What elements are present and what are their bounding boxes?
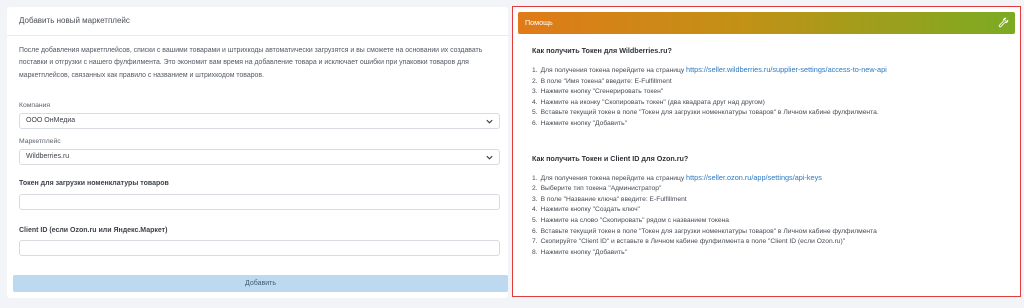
step-text: Нажмите кнопку "Создать ключ" bbox=[540, 206, 640, 214]
help-step: 4. Нажмите на иконку "Скопировать токен" … bbox=[532, 98, 1012, 109]
help-step: 5. Нажмите на слово "Скопировать" рядом с… bbox=[532, 216, 1012, 227]
step-number: 7. bbox=[532, 238, 538, 246]
help-step: 5. Вставьте текущий токен в поле "Токен д… bbox=[532, 108, 1012, 119]
add-button[interactable]: Добавить bbox=[13, 275, 508, 292]
step-number: 8. bbox=[532, 248, 538, 256]
step-text: Нажмите кнопку "Добавить" bbox=[540, 119, 627, 127]
step-text: В поле "Название ключа" введите: E-Fulfi… bbox=[540, 195, 687, 203]
help-header: Помощь bbox=[518, 12, 1015, 34]
step-number: 2. bbox=[532, 185, 538, 193]
form-description: После добавления маркетплейсов, списки с… bbox=[19, 47, 483, 79]
token-input[interactable] bbox=[19, 194, 500, 210]
step-text: Нажмите кнопку "Сгенерировать токен" bbox=[540, 88, 664, 96]
ozon-question: Как получить Токен и Client ID для Ozon.… bbox=[532, 153, 689, 163]
help-step: 6. Нажмите кнопку "Добавить" bbox=[532, 119, 1012, 130]
help-step: 1. Для получения токена перейдите на стра… bbox=[532, 173, 1012, 185]
wb-question: Как получить Токен для Wildberries.ru? bbox=[532, 46, 672, 55]
step-number: 3. bbox=[532, 195, 538, 203]
step-text: Нажмите кнопку "Добавить" bbox=[540, 248, 627, 256]
step-text: Выберите тип токена "Администратор" bbox=[540, 185, 662, 193]
chevron-down-icon bbox=[486, 155, 493, 160]
help-step: 7. Скопируйте "Client ID" и вставьте в Ли… bbox=[532, 237, 1012, 248]
help-body: Как получить Токен для Wildberries.ru? 1… bbox=[532, 46, 1012, 258]
company-label: Компания bbox=[19, 102, 51, 109]
step-number: 5. bbox=[532, 109, 538, 117]
company-select-value: ООО ОнМедиа bbox=[26, 117, 76, 124]
step-number: 5. bbox=[532, 216, 538, 224]
token-label: Токен для загрузки номенклатуры товаров bbox=[19, 180, 169, 187]
help-panel: Помощь Как получить Токен для Wildberrie… bbox=[512, 6, 1021, 297]
step-text: Нажмите на иконку "Скопировать токен" (д… bbox=[540, 98, 765, 106]
wb-steps-list: 1. Для получения токена перейдите на стра… bbox=[532, 65, 1012, 130]
step-number: 4. bbox=[532, 206, 538, 214]
help-step: 6. Вставьте текущий токен в поле "Токен д… bbox=[532, 227, 1012, 238]
ozon-steps-list: 1. Для получения токена перейдите на стра… bbox=[532, 173, 1012, 259]
help-step: 2. В поле "Имя токена" введите: E-Fulfill… bbox=[532, 77, 1012, 88]
step-number: 1. bbox=[532, 174, 538, 182]
marketplace-select[interactable]: Wildberries.ru bbox=[19, 149, 500, 165]
add-marketplace-card: Добавить новый маркетплейс После добавле… bbox=[7, 7, 508, 298]
step-number: 6. bbox=[532, 119, 538, 127]
help-step: 2. Выберите тип токена "Администратор" bbox=[532, 184, 1012, 195]
step-number: 4. bbox=[532, 98, 538, 106]
step-link[interactable]: https://seller.ozon.ru/app/settings/api-… bbox=[686, 173, 822, 182]
help-step: 3. В поле "Название ключа" введите: E-Ful… bbox=[532, 195, 1012, 206]
step-number: 3. bbox=[532, 88, 538, 96]
help-step: 3. Нажмите кнопку "Сгенерировать токен" bbox=[532, 87, 1012, 98]
step-text: Вставьте текущий токен в поле "Токен для… bbox=[540, 109, 879, 117]
company-select[interactable]: ООО ОнМедиа bbox=[19, 113, 500, 129]
help-title: Помощь bbox=[525, 18, 553, 27]
step-text: Вставьте текущий токен в поле "Токен для… bbox=[540, 227, 877, 235]
help-step: 4. Нажмите кнопку "Создать ключ" bbox=[532, 205, 1012, 216]
step-number: 6. bbox=[532, 227, 538, 235]
step-text: Для получения токена перейдите на страни… bbox=[540, 67, 687, 74]
help-step: 1. Для получения токена перейдите на стра… bbox=[532, 65, 1012, 77]
chevron-down-icon bbox=[486, 119, 493, 124]
step-text: В поле "Имя токена" введите: E-Fulfillme… bbox=[540, 77, 672, 85]
step-number: 1. bbox=[532, 67, 538, 74]
step-text: Нажмите на слово "Скопировать" рядом с н… bbox=[540, 216, 729, 224]
step-text: Для получения токена перейдите на страни… bbox=[540, 174, 687, 182]
wrench-icon[interactable] bbox=[998, 17, 1009, 28]
step-text: Скопируйте "Client ID" и вставьте в Личн… bbox=[540, 238, 846, 246]
client-id-label: Client ID (если Ozon.ru или Яндекс.Марке… bbox=[19, 227, 168, 234]
step-link[interactable]: https://seller.wildberries.ru/supplier-s… bbox=[686, 65, 887, 74]
help-step: 8. Нажмите кнопку "Добавить" bbox=[532, 248, 1012, 259]
step-number: 2. bbox=[532, 77, 538, 85]
client-id-input[interactable] bbox=[19, 240, 500, 256]
marketplace-select-value: Wildberries.ru bbox=[26, 153, 70, 160]
marketplace-label: Маркетплейс bbox=[19, 138, 61, 145]
card-title: Добавить новый маркетплейс bbox=[7, 7, 508, 36]
